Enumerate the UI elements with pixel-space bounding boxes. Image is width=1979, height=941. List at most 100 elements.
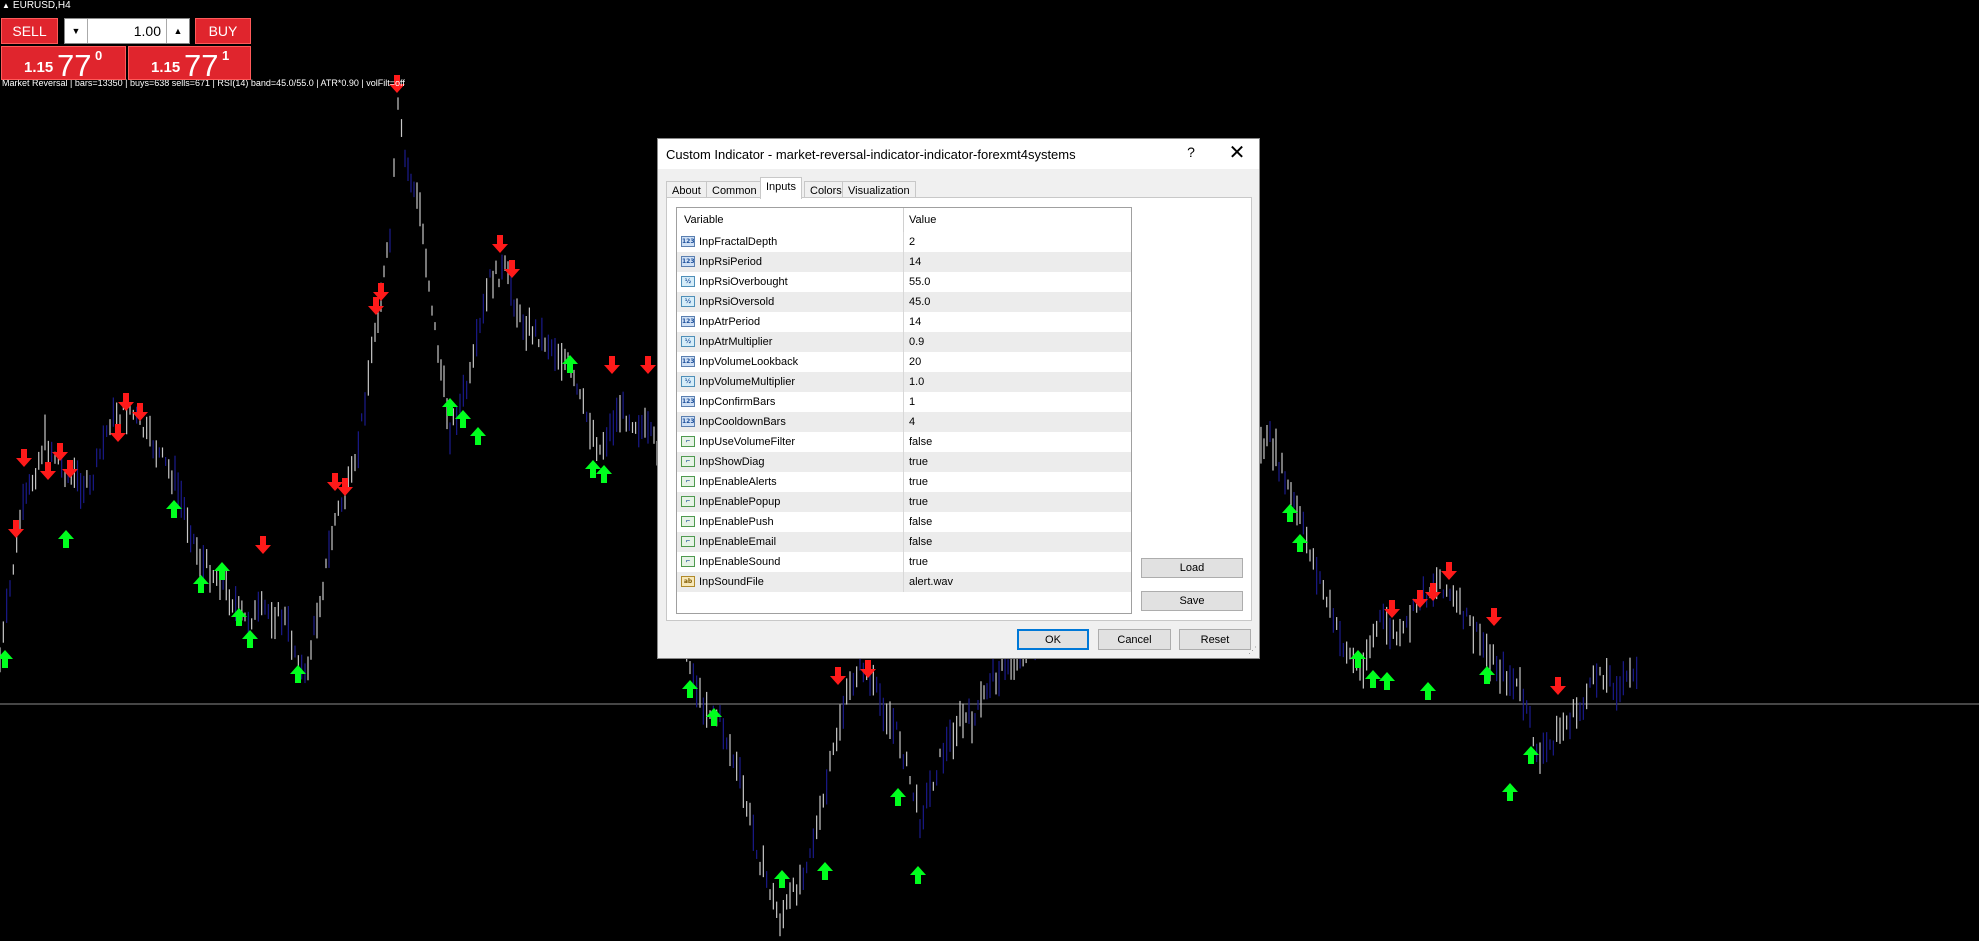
table-row[interactable]: ab InpSoundFile alert.wav <box>677 572 1131 592</box>
ok-button[interactable]: OK <box>1017 629 1089 650</box>
buy-signal-arrow-icon <box>290 665 306 683</box>
table-row[interactable]: ⌐ InpUseVolumeFilter false <box>677 432 1131 452</box>
variable-name-cell: InpRsiOverbought <box>699 276 788 288</box>
table-row[interactable]: ⌐ InpEnablePopup true <box>677 492 1131 512</box>
inputs-table-header: Variable Value <box>677 208 1131 232</box>
sell-signal-arrow-icon <box>16 449 32 467</box>
dialog-titlebar[interactable]: Custom Indicator - market-reversal-indic… <box>658 139 1259 169</box>
column-divider[interactable] <box>903 208 904 232</box>
variable-name-cell: InpRsiOversold <box>699 296 775 308</box>
column-divider <box>903 452 904 472</box>
sell-signal-arrow-icon <box>1441 562 1457 580</box>
column-header-value[interactable]: Value <box>909 214 936 226</box>
column-divider <box>903 232 904 252</box>
table-row[interactable]: 123 InpAtrPeriod 14 <box>677 312 1131 332</box>
value-cell[interactable]: 20 <box>909 356 921 368</box>
value-cell[interactable]: true <box>909 476 928 488</box>
table-row[interactable]: 123 InpVolumeLookback 20 <box>677 352 1131 372</box>
value-cell[interactable]: true <box>909 496 928 508</box>
string-icon: ab <box>681 576 695 587</box>
value-cell[interactable]: 1.0 <box>909 376 924 388</box>
value-cell[interactable]: true <box>909 556 928 568</box>
value-cell[interactable]: 14 <box>909 256 921 268</box>
value-cell[interactable]: 55.0 <box>909 276 930 288</box>
table-row[interactable]: ½ InpRsiOversold 45.0 <box>677 292 1131 312</box>
value-cell[interactable]: false <box>909 516 932 528</box>
sell-signal-arrow-icon <box>640 356 656 374</box>
table-row[interactable]: 123 InpRsiPeriod 14 <box>677 252 1131 272</box>
tab-about[interactable]: About <box>666 181 707 198</box>
table-row[interactable]: ½ InpVolumeMultiplier 1.0 <box>677 372 1131 392</box>
chart-symbol-label: ▲ EURUSD,H4 <box>2 0 71 11</box>
value-cell[interactable]: alert.wav <box>909 576 953 588</box>
table-row[interactable]: ⌐ InpEnableAlerts true <box>677 472 1131 492</box>
inputs-table[interactable]: Variable Value 123 InpFractalDepth 2 123 Inp… <box>676 207 1132 614</box>
buy-signal-arrow-icon <box>242 630 258 648</box>
table-row[interactable]: 123 InpCooldownBars 4 <box>677 412 1131 432</box>
value-cell[interactable]: 4 <box>909 416 915 428</box>
tab-inputs[interactable]: Inputs <box>760 177 802 199</box>
variable-name-cell: InpEnablePopup <box>699 496 781 508</box>
value-cell[interactable]: false <box>909 436 932 448</box>
sell-signal-arrow-icon <box>40 462 56 480</box>
column-header-variable[interactable]: Variable <box>684 214 724 226</box>
sell-signal-arrow-icon <box>1486 608 1502 626</box>
help-button[interactable]: ? <box>1181 144 1201 160</box>
buy-signal-arrow-icon <box>682 680 698 698</box>
column-divider <box>903 512 904 532</box>
save-button[interactable]: Save <box>1141 591 1243 611</box>
table-row[interactable]: ⌐ InpEnableSound true <box>677 552 1131 572</box>
variable-name-cell: InpShowDiag <box>699 456 765 468</box>
buy-signal-arrow-icon <box>1502 783 1518 801</box>
sell-price-display[interactable]: 1.15 77 0 <box>1 46 126 83</box>
tab-visualization[interactable]: Visualization <box>842 181 916 198</box>
buy-signal-arrow-icon <box>1365 670 1381 688</box>
int-icon: 123 <box>681 356 695 367</box>
sell-signal-arrow-icon <box>255 536 271 554</box>
lot-size-stepper[interactable]: ▼ 1.00 ▲ <box>64 18 190 44</box>
variable-name-cell: InpUseVolumeFilter <box>699 436 795 448</box>
table-row[interactable]: 123 InpConfirmBars 1 <box>677 392 1131 412</box>
reset-button[interactable]: Reset <box>1179 629 1251 650</box>
variable-name-cell: InpRsiPeriod <box>699 256 762 268</box>
value-cell[interactable]: false <box>909 536 932 548</box>
table-row[interactable]: 123 InpFractalDepth 2 <box>677 232 1131 252</box>
cancel-button[interactable]: Cancel <box>1098 629 1171 650</box>
sell-signal-arrow-icon <box>337 478 353 496</box>
value-cell[interactable]: 0.9 <box>909 336 924 348</box>
buy-signal-arrow-icon <box>166 500 182 518</box>
buy-signal-arrow-icon <box>193 575 209 593</box>
bool-icon: ⌐ <box>681 536 695 547</box>
tab-common[interactable]: Common <box>706 181 763 198</box>
sell-signal-arrow-icon <box>1412 590 1428 608</box>
custom-indicator-dialog: Custom Indicator - market-reversal-indic… <box>657 138 1260 659</box>
resize-grip-icon[interactable]: ⋰ <box>1248 645 1257 656</box>
sell-signal-arrow-icon <box>504 260 520 278</box>
buy-button[interactable]: BUY <box>195 18 251 44</box>
sell-signal-arrow-icon <box>110 424 126 442</box>
value-cell[interactable]: 2 <box>909 236 915 248</box>
buy-price-display[interactable]: 1.15 77 1 <box>128 46 251 83</box>
buy-signal-arrow-icon <box>1282 504 1298 522</box>
table-row[interactable]: ⌐ InpShowDiag true <box>677 452 1131 472</box>
buy-signal-arrow-icon <box>585 460 601 478</box>
int-icon: 123 <box>681 316 695 327</box>
table-row[interactable]: ½ InpAtrMultiplier 0.9 <box>677 332 1131 352</box>
table-row[interactable]: ½ InpRsiOverbought 55.0 <box>677 272 1131 292</box>
lot-size-input[interactable]: 1.00 <box>89 19 165 43</box>
value-cell[interactable]: true <box>909 456 928 468</box>
table-row[interactable]: ⌐ InpEnableEmail false <box>677 532 1131 552</box>
sell-signal-arrow-icon <box>830 667 846 685</box>
bool-icon: ⌐ <box>681 556 695 567</box>
sell-button[interactable]: SELL <box>1 18 58 44</box>
lot-increase-button[interactable]: ▲ <box>166 19 189 43</box>
value-cell[interactable]: 14 <box>909 316 921 328</box>
load-button[interactable]: Load <box>1141 558 1243 578</box>
variable-name-cell: InpEnableAlerts <box>699 476 777 488</box>
table-row[interactable]: ⌐ InpEnablePush false <box>677 512 1131 532</box>
buy-signal-arrow-icon <box>231 608 247 626</box>
close-button[interactable]: ✕ <box>1225 141 1249 165</box>
lot-decrease-button[interactable]: ▼ <box>65 19 88 43</box>
value-cell[interactable]: 1 <box>909 396 915 408</box>
value-cell[interactable]: 45.0 <box>909 296 930 308</box>
